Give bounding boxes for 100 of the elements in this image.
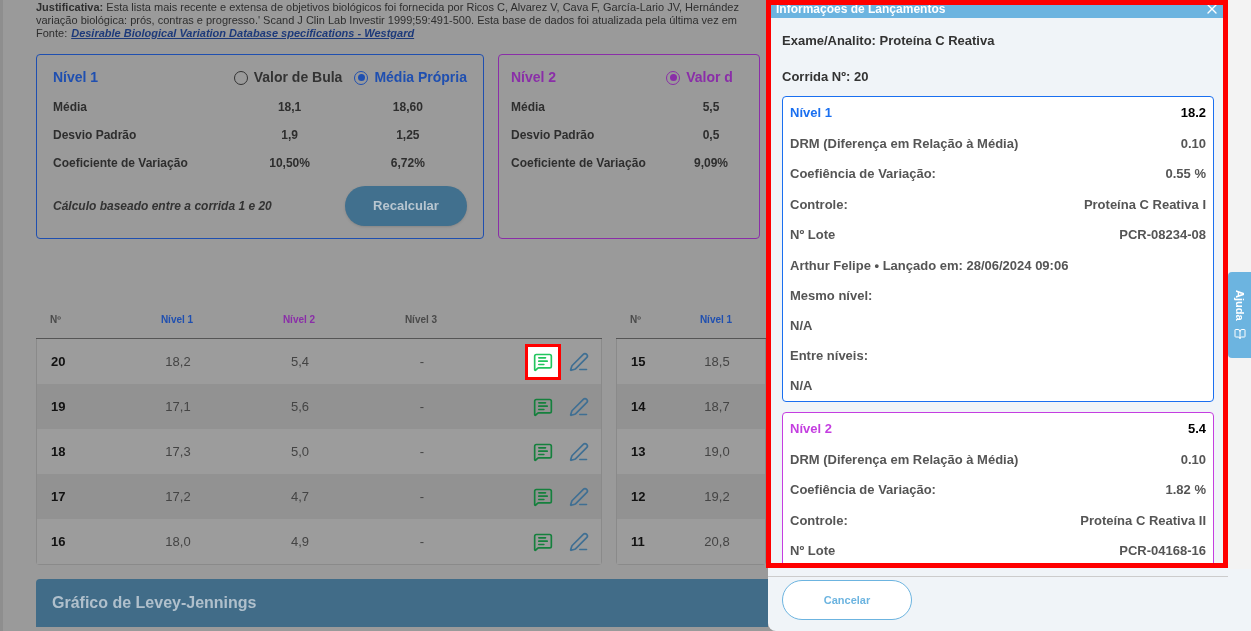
book-icon <box>1233 328 1246 341</box>
level-title: Nível 2 <box>790 420 832 438</box>
field-value: Proteína C Reativa II <box>1080 511 1206 530</box>
table-cell-text: 18 <box>50 442 67 461</box>
table-cell-text: 17,2 <box>164 487 192 506</box>
panel-title: Informações de Lançamentos <box>776 1 946 18</box>
group-value: N/A <box>790 316 814 335</box>
entry-note: Arthur Felipe • Lançado em: 28/06/2024 09:06 <box>790 256 1070 275</box>
field-label: Coefiência de Variação: <box>790 481 936 499</box>
field-label: Controle: <box>790 195 848 214</box>
column-header: Nível 2 <box>281 313 317 327</box>
source-link[interactable]: Desirable Biological Variation Database specifications - Westgard <box>71 27 415 40</box>
row-label: Desvio Padrão <box>53 127 138 144</box>
comment-icon[interactable] <box>533 396 553 417</box>
row-value: 5,5 <box>701 99 721 116</box>
edit-icon[interactable] <box>569 396 589 417</box>
table-cell-text: 17,3 <box>164 442 192 461</box>
calculation-note: Cálculo baseado entre a corrida 1 e 20 <box>53 198 272 215</box>
column-header: Nível 1 <box>159 313 195 327</box>
field-label: DRM (Diferença em Relação à Média) <box>790 134 1019 153</box>
table-cell-text: 4,7 <box>289 487 311 506</box>
field-value: Proteína C Reativa I <box>1083 195 1206 214</box>
cancel-button[interactable]: Cancelar <box>782 580 912 620</box>
field-value: 0.55 % <box>1165 165 1206 183</box>
comment-icon[interactable] <box>533 531 553 552</box>
table-cell-text: 5,6 <box>289 397 311 416</box>
row-value: 9,09% <box>693 155 729 172</box>
row-value: 18,60 <box>391 99 424 116</box>
row-value: 6,72% <box>389 155 426 172</box>
row-value: 0,5 <box>701 127 721 144</box>
field-value: PCR-08234-08 <box>1119 226 1206 244</box>
table-cell-text: 19 <box>50 397 67 416</box>
level-title: Nível 2 <box>511 68 557 87</box>
scrollbar[interactable]: Ajuda <box>1228 0 1251 569</box>
table-cell-text: 5,0 <box>289 442 311 461</box>
column-header: Nível 3 <box>403 313 439 327</box>
field-value: 1.82 % <box>1165 481 1206 499</box>
edit-icon[interactable] <box>569 531 589 552</box>
section-title: Gráfico de Levey-Jennings <box>52 593 257 613</box>
table-cell-text: 4,9 <box>289 532 311 551</box>
table-cell-text: 18,2 <box>164 352 192 371</box>
table-cell-text: 18,0 <box>164 532 192 551</box>
field-label: Nº Lote <box>790 542 836 560</box>
table-cell-text: 14 <box>630 397 647 416</box>
help-label[interactable]: Ajuda <box>1231 289 1248 321</box>
table-cell-text: 19,2 <box>703 487 731 506</box>
column-header: Nível 1 <box>698 313 734 327</box>
edit-icon[interactable] <box>569 486 589 507</box>
field-value: PCR-04168-16 <box>1119 542 1206 560</box>
table-cell-text: - <box>418 487 426 506</box>
help-tab[interactable]: Ajuda <box>1228 272 1251 358</box>
field-label: Coefiência de Variação: <box>790 165 936 183</box>
source-label: Fonte: <box>36 27 68 40</box>
table-cell-text: - <box>418 532 426 551</box>
comment-button[interactable] <box>525 343 561 380</box>
row-value: 1,9 <box>280 127 299 144</box>
table-cell-text: 11 <box>630 532 646 551</box>
radio-option[interactable]: Valor d <box>666 67 733 88</box>
row-value: 1,25 <box>395 127 421 144</box>
level-title: Nível 1 <box>790 104 832 122</box>
recalculate-button[interactable]: Recalcular <box>345 186 467 226</box>
radio-option[interactable]: Média Própria <box>354 67 467 88</box>
exam-label: Exame/Analito: Proteína C Reativa <box>782 32 996 50</box>
table-cell-text: - <box>418 442 426 461</box>
table-cell-text: 18,5 <box>703 352 731 371</box>
table-cell-text: 19,0 <box>703 442 731 461</box>
row-label: Desvio Padrão <box>511 127 596 144</box>
edit-icon[interactable] <box>569 441 589 462</box>
comment-icon[interactable] <box>533 486 553 507</box>
field-value: 0.10 <box>1180 450 1206 469</box>
group-label: Entre níveis: <box>790 347 870 365</box>
row-label: Coeficiente de Variação <box>53 155 189 172</box>
row-label: Média <box>53 99 88 116</box>
table-cell-text: 12 <box>630 487 647 506</box>
comment-icon[interactable] <box>533 351 553 372</box>
level-value: 5.4 <box>1187 420 1206 438</box>
field-label: Controle: <box>790 511 848 530</box>
comment-icon[interactable] <box>533 441 553 462</box>
level-value: 18.2 <box>1180 104 1206 122</box>
table-cell-text: 5,4 <box>289 352 311 371</box>
run-label: Corrida Nº: 20 <box>782 67 870 86</box>
level-title: Nível 1 <box>53 68 99 87</box>
edit-icon[interactable] <box>569 351 589 372</box>
row-value: 10,50% <box>268 155 311 172</box>
table-cell-text: 18,7 <box>703 397 731 416</box>
row-label: Média <box>511 99 546 116</box>
field-label: Nº Lote <box>790 226 836 244</box>
field-value: 0.10 <box>1180 134 1206 153</box>
field-label: DRM (Diferença em Relação à Média) <box>790 450 1019 469</box>
group-label: Mesmo nível: <box>790 287 874 305</box>
group-value: N/A <box>790 376 814 395</box>
radio-option[interactable]: Valor de Bula <box>233 67 343 88</box>
table-cell-text: 20,8 <box>703 532 731 551</box>
column-header: Nº <box>49 313 62 327</box>
table-cell-text: 16 <box>50 532 67 551</box>
table-cell-text: - <box>418 397 426 416</box>
table-cell-text: 20 <box>50 352 67 371</box>
table-cell-text: 17 <box>50 487 67 506</box>
row-label: Coeficiente de Variação <box>511 155 647 172</box>
justification-text: Justificativa: Esta lista mais recente e extensa de objetivos biológicos foi fornecida por Ricos C, Alvarez V, Cava F, García-Lario JV, Hernández <box>36 1 740 14</box>
